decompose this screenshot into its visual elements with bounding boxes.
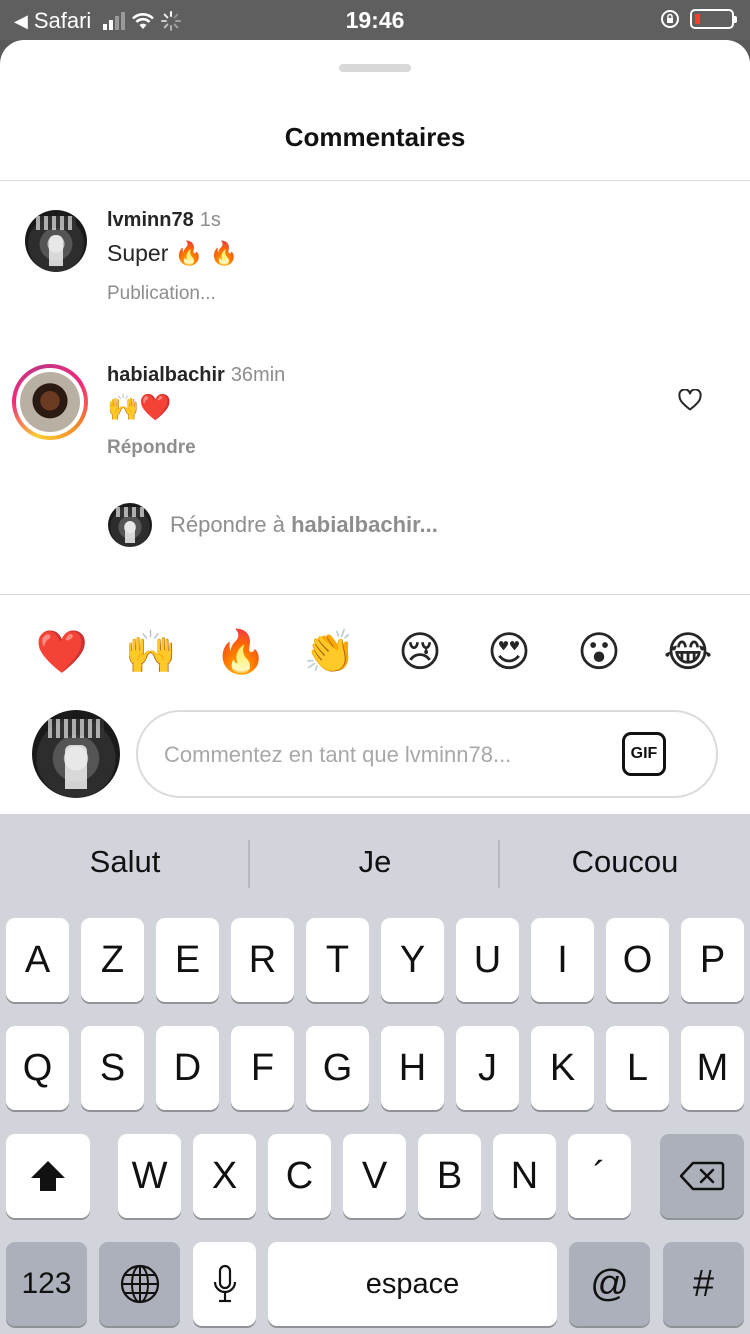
key-l[interactable]: L	[606, 1026, 669, 1110]
key-d[interactable]: D	[156, 1026, 219, 1110]
orientation-lock-icon	[661, 10, 679, 28]
key-i[interactable]: I	[531, 918, 594, 1002]
comment-time: 1s	[199, 209, 221, 231]
key-s[interactable]: S	[81, 1026, 144, 1110]
key-j[interactable]: J	[456, 1026, 519, 1110]
key-g[interactable]: G	[306, 1026, 369, 1110]
comments-sheet: Commentaires lvminn78 1s Super 🔥 🔥 Publi…	[0, 40, 750, 814]
reply-prefix: Répondre à	[170, 512, 292, 537]
sheet-title: Commentaires	[284, 122, 466, 152]
at-key[interactable]: @	[569, 1242, 650, 1326]
avatar[interactable]	[25, 210, 87, 272]
composer-divider	[0, 594, 750, 595]
numbers-key[interactable]: 123	[6, 1242, 87, 1326]
reply-prompt[interactable]: Répondre à habialbachir...	[170, 512, 438, 538]
avatar	[20, 372, 80, 432]
key-f[interactable]: F	[231, 1026, 294, 1110]
key-acute-accent[interactable]: ´	[568, 1134, 631, 1218]
keyboard: Salut Je Coucou A Z E R T Y U I O P Q S …	[0, 814, 750, 1334]
comment-username[interactable]: lvminn78	[107, 209, 194, 232]
quick-emoji-bar: ❤️ 🙌 🔥 👏 😢 😍 😮 😂	[0, 622, 750, 682]
key-v[interactable]: V	[343, 1134, 406, 1218]
comment-input-placeholder: Commentez en tant que lvminn78...	[164, 742, 512, 767]
key-a[interactable]: A	[6, 918, 69, 1002]
key-e[interactable]: E	[156, 918, 219, 1002]
key-b[interactable]: B	[418, 1134, 481, 1218]
shift-arrow-icon	[31, 1161, 65, 1191]
key-c[interactable]: C	[268, 1134, 331, 1218]
key-w[interactable]: W	[118, 1134, 181, 1218]
suggestion-1[interactable]: Salut	[0, 844, 250, 880]
composer-avatar	[32, 710, 120, 798]
key-o[interactable]: O	[606, 918, 669, 1002]
backspace-key[interactable]	[660, 1134, 744, 1218]
suggestion-2[interactable]: Je	[250, 844, 500, 880]
emoji-crying[interactable]: 😢	[390, 622, 450, 682]
reply-button[interactable]: Répondre	[107, 437, 196, 459]
key-q[interactable]: Q	[6, 1026, 69, 1110]
header-divider	[0, 180, 750, 181]
emoji-clap[interactable]: 👏	[300, 622, 360, 682]
hash-key[interactable]: #	[663, 1242, 744, 1326]
microphone-icon	[213, 1264, 236, 1303]
battery-icon	[690, 9, 737, 29]
comment-time: 36min	[230, 364, 286, 386]
emoji-surprised[interactable]: 😮	[569, 622, 629, 682]
shift-key[interactable]	[6, 1134, 90, 1218]
sheet-grabber[interactable]	[339, 64, 411, 72]
heart-outline-icon[interactable]	[678, 389, 702, 411]
emoji-fire[interactable]: 🔥	[211, 622, 271, 682]
reply-avatar	[108, 503, 152, 547]
key-h[interactable]: H	[381, 1026, 444, 1110]
predictive-bar: Salut Je Coucou	[0, 814, 750, 914]
gif-button[interactable]: GIF	[622, 732, 666, 776]
key-r[interactable]: R	[231, 918, 294, 1002]
emoji-heart-eyes[interactable]: 😍	[479, 622, 539, 682]
key-u[interactable]: U	[456, 918, 519, 1002]
key-n[interactable]: N	[493, 1134, 556, 1218]
key-y[interactable]: Y	[381, 918, 444, 1002]
key-k[interactable]: K	[531, 1026, 594, 1110]
emoji-heart[interactable]: ❤️	[32, 622, 92, 682]
globe-key[interactable]	[99, 1242, 180, 1326]
status-bar: ◀ Safari 19:46	[0, 0, 750, 40]
key-t[interactable]: T	[306, 918, 369, 1002]
comment-status: Publication...	[107, 283, 216, 304]
comment-username[interactable]: habialbachir	[107, 364, 225, 387]
globe-icon	[120, 1264, 159, 1304]
reply-target: habialbachir...	[291, 512, 438, 537]
comment-text: 🙌❤️	[107, 392, 172, 422]
comment-input[interactable]: Commentez en tant que lvminn78... GIF	[136, 710, 718, 798]
clock: 19:46	[345, 7, 405, 33]
key-z[interactable]: Z	[81, 918, 144, 1002]
backspace-icon	[679, 1161, 725, 1191]
story-ring[interactable]	[12, 364, 88, 440]
key-x[interactable]: X	[193, 1134, 256, 1218]
key-p[interactable]: P	[681, 918, 744, 1002]
emoji-laughing[interactable]: 😂	[658, 622, 718, 682]
key-m[interactable]: M	[681, 1026, 744, 1110]
microphone-key[interactable]	[193, 1242, 256, 1326]
suggestion-3[interactable]: Coucou	[500, 844, 750, 880]
space-key[interactable]: espace	[268, 1242, 557, 1326]
comment-text: Super 🔥 🔥	[107, 240, 239, 266]
emoji-raised-hands[interactable]: 🙌	[121, 622, 181, 682]
